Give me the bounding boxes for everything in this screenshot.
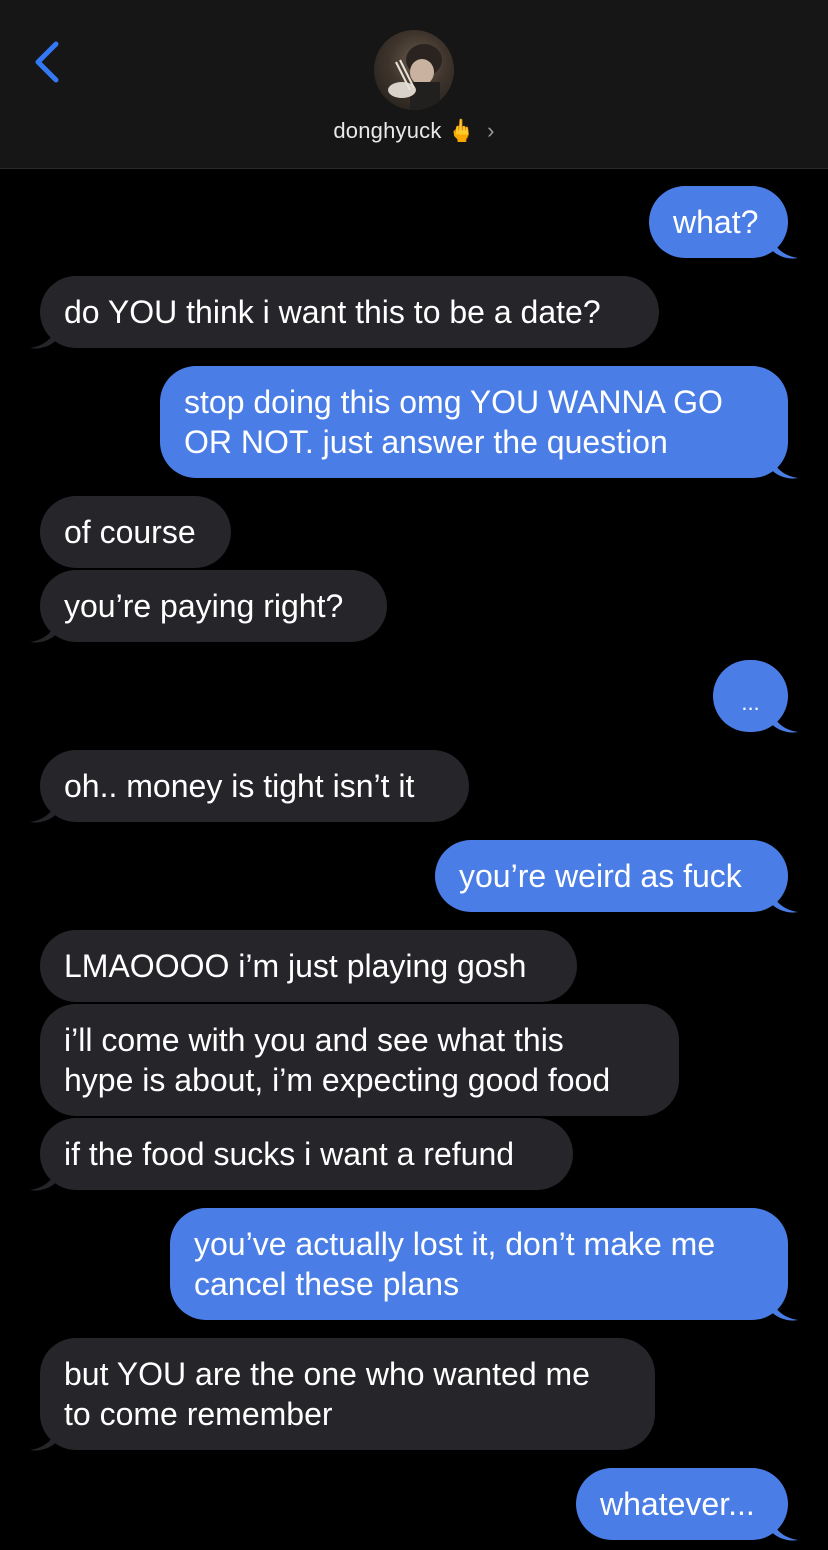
message-text: whatever...	[600, 1486, 755, 1522]
contact-name-row[interactable]: donghyuck 🖕 ›	[0, 118, 828, 144]
message-text: i’ll come with you and see what this hyp…	[64, 1022, 611, 1098]
message-bubble-incoming[interactable]: you’re paying right?	[40, 570, 387, 642]
bubble-tail-incoming	[30, 1166, 58, 1191]
message-text: you’re paying right?	[64, 588, 344, 624]
message-bubble-incoming[interactable]: oh.. money is tight isn’t it	[40, 750, 469, 822]
message-bubble-incoming[interactable]: i’ll come with you and see what this hyp…	[40, 1004, 679, 1116]
contact-chevron-icon: ›	[487, 118, 495, 143]
bubble-tail-outgoing	[770, 234, 798, 259]
bubble-tail-outgoing	[770, 888, 798, 913]
message-text: ...	[741, 690, 760, 715]
conversation-header: donghyuck 🖕 ›	[0, 0, 828, 169]
message-text: oh.. money is tight isn’t it	[64, 768, 415, 804]
message-bubble-outgoing[interactable]: whatever...	[576, 1468, 788, 1540]
bubble-tail-incoming	[30, 618, 58, 643]
message-text: you’ve actually lost it, don’t make me c…	[194, 1226, 716, 1302]
message-text: of course	[64, 514, 196, 550]
message-text: do YOU think i want this to be a date?	[64, 294, 601, 330]
contact-avatar[interactable]	[374, 30, 454, 110]
message-text: LMAOOOO i’m just playing gosh	[64, 948, 527, 984]
message-text: what?	[673, 204, 759, 240]
message-text: but YOU are the one who wanted me to com…	[64, 1356, 590, 1432]
bubble-tail-outgoing	[770, 708, 798, 733]
message-text: you’re weird as fuck	[459, 858, 742, 894]
message-bubble-incoming[interactable]: but YOU are the one who wanted me to com…	[40, 1338, 655, 1450]
message-bubble-outgoing[interactable]: what?	[649, 186, 788, 258]
bubble-tail-incoming	[30, 324, 58, 349]
message-bubble-incoming[interactable]: do YOU think i want this to be a date?	[40, 276, 659, 348]
message-bubble-outgoing[interactable]: stop doing this omg YOU WANNA GO OR NOT.…	[160, 366, 788, 478]
bubble-tail-incoming	[30, 798, 58, 823]
bubble-tail-outgoing	[770, 1516, 798, 1541]
message-bubble-incoming[interactable]: of course	[40, 496, 231, 568]
message-bubble-outgoing[interactable]: you’re weird as fuck	[435, 840, 788, 912]
message-text: if the food sucks i want a refund	[64, 1136, 515, 1172]
bubble-tail-incoming	[30, 1426, 58, 1451]
bubble-tail-outgoing	[770, 1296, 798, 1321]
message-bubble-outgoing[interactable]: you’ve actually lost it, don’t make me c…	[170, 1208, 788, 1320]
back-chevron-icon[interactable]	[28, 38, 68, 86]
message-bubble-incoming[interactable]: if the food sucks i want a refund	[40, 1118, 573, 1190]
message-text: stop doing this omg YOU WANNA GO OR NOT.…	[184, 384, 723, 460]
bubble-tail-outgoing	[770, 454, 798, 479]
message-bubble-incoming[interactable]: LMAOOOO i’m just playing gosh	[40, 930, 577, 1002]
contact-emoji: 🖕	[447, 118, 476, 143]
contact-name: donghyuck	[333, 118, 442, 143]
